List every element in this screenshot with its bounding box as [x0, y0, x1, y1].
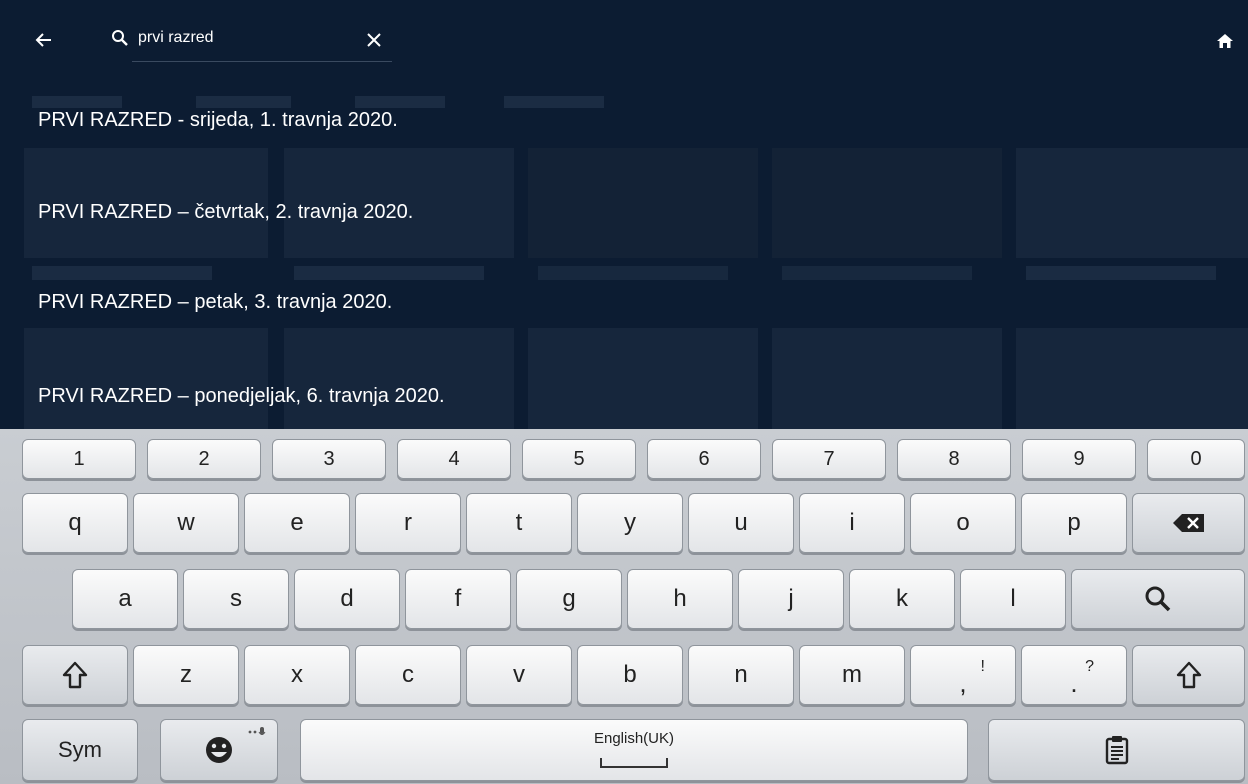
close-icon: [367, 33, 381, 47]
search-bar: prvi razred: [0, 0, 1248, 80]
key-c[interactable]: c: [355, 645, 461, 705]
key-period-alt-label: ?: [1085, 658, 1094, 675]
thumbnail: [528, 328, 758, 429]
key-8[interactable]: 8: [897, 439, 1011, 479]
search-suggestion[interactable]: PRVI RAZRED – četvrtak, 2. travnja 2020.: [38, 192, 413, 232]
backspace-key[interactable]: [1132, 493, 1245, 553]
search-suggestion[interactable]: PRVI RAZRED – petak, 3. travnja 2020.: [38, 282, 392, 322]
clear-search-button[interactable]: [360, 26, 388, 54]
key-r[interactable]: r: [355, 493, 461, 553]
clipboard-key[interactable]: [988, 719, 1245, 781]
key-s[interactable]: s: [183, 569, 289, 629]
key-1[interactable]: 1: [22, 439, 136, 479]
on-screen-keyboard: 1 2 3 4 5 6 7 8 9 0 q w e r t y u i o p …: [0, 429, 1248, 784]
key-0[interactable]: 0: [1147, 439, 1245, 479]
search-icon: [1145, 586, 1171, 612]
key-i[interactable]: i: [799, 493, 905, 553]
key-w[interactable]: w: [133, 493, 239, 553]
key-l[interactable]: l: [960, 569, 1066, 629]
shift-key-left[interactable]: [22, 645, 128, 705]
space-icon: [600, 758, 668, 768]
key-comma-alt-label: !: [980, 658, 985, 675]
key-v[interactable]: v: [466, 645, 572, 705]
sym-key[interactable]: Sym: [22, 719, 138, 781]
thumbnail: [772, 148, 1002, 258]
thumbnail-caption: [782, 266, 972, 280]
key-4[interactable]: 4: [397, 439, 511, 479]
key-o[interactable]: o: [910, 493, 1016, 553]
shift-icon: [62, 661, 88, 689]
key-t[interactable]: t: [466, 493, 572, 553]
key-period-label: .: [1070, 667, 1078, 698]
shift-key-right[interactable]: [1132, 645, 1245, 705]
thumbnail: [1016, 328, 1248, 429]
key-b[interactable]: b: [577, 645, 683, 705]
key-z[interactable]: z: [133, 645, 239, 705]
key-comma-label: ,: [959, 667, 967, 698]
key-g[interactable]: g: [516, 569, 622, 629]
home-button[interactable]: [1210, 26, 1240, 56]
key-p[interactable]: p: [1021, 493, 1127, 553]
key-9[interactable]: 9: [1022, 439, 1136, 479]
thumbnail-caption: [294, 266, 484, 280]
search-input[interactable]: prvi razred: [138, 29, 214, 47]
key-6[interactable]: 6: [647, 439, 761, 479]
voice-dots-icon: [248, 727, 266, 735]
sym-key-label: Sym: [58, 737, 102, 762]
clipboard-icon: [1105, 736, 1128, 765]
bg-tab: [504, 96, 604, 108]
search-suggestion[interactable]: PRVI RAZRED - srijeda, 1. travnja 2020.: [38, 100, 398, 140]
thumbnail-caption: [538, 266, 728, 280]
key-q[interactable]: q: [22, 493, 128, 553]
key-5[interactable]: 5: [522, 439, 636, 479]
thumbnail: [772, 328, 1002, 429]
key-period[interactable]: . ?: [1021, 645, 1127, 705]
key-h[interactable]: h: [627, 569, 733, 629]
space-key-label: English(UK): [593, 730, 675, 747]
thumbnail: [528, 148, 758, 258]
key-7[interactable]: 7: [772, 439, 886, 479]
key-u[interactable]: u: [688, 493, 794, 553]
key-2[interactable]: 2: [147, 439, 261, 479]
backspace-icon: [1172, 514, 1204, 532]
emoji-icon: [206, 737, 232, 763]
space-key[interactable]: English(UK): [300, 719, 968, 781]
key-n[interactable]: n: [688, 645, 794, 705]
home-icon: [1217, 34, 1233, 48]
thumbnail-caption: [1026, 266, 1216, 280]
key-d[interactable]: d: [294, 569, 400, 629]
arrow-left-icon: [35, 33, 51, 47]
key-m[interactable]: m: [799, 645, 905, 705]
search-underline: [132, 61, 392, 62]
key-k[interactable]: k: [849, 569, 955, 629]
search-icon: [108, 26, 132, 50]
key-e[interactable]: e: [244, 493, 350, 553]
key-a[interactable]: a: [72, 569, 178, 629]
key-x[interactable]: x: [244, 645, 350, 705]
app: prvi razred PRVI RAZRED - srijeda, 1. tr…: [0, 0, 1248, 784]
thumbnail: [1016, 148, 1248, 258]
key-y[interactable]: y: [577, 493, 683, 553]
search-results-area: prvi razred PRVI RAZRED - srijeda, 1. tr…: [0, 0, 1248, 429]
key-f[interactable]: f: [405, 569, 511, 629]
back-button[interactable]: [28, 24, 60, 56]
key-j[interactable]: j: [738, 569, 844, 629]
search-key[interactable]: [1071, 569, 1245, 629]
key-3[interactable]: 3: [272, 439, 386, 479]
thumbnail-caption: [32, 266, 212, 280]
shift-icon: [1176, 661, 1201, 689]
search-suggestion[interactable]: PRVI RAZRED – ponedjeljak, 6. travnja 20…: [38, 376, 445, 416]
emoji-key[interactable]: [160, 719, 278, 781]
key-comma[interactable]: , !: [910, 645, 1016, 705]
